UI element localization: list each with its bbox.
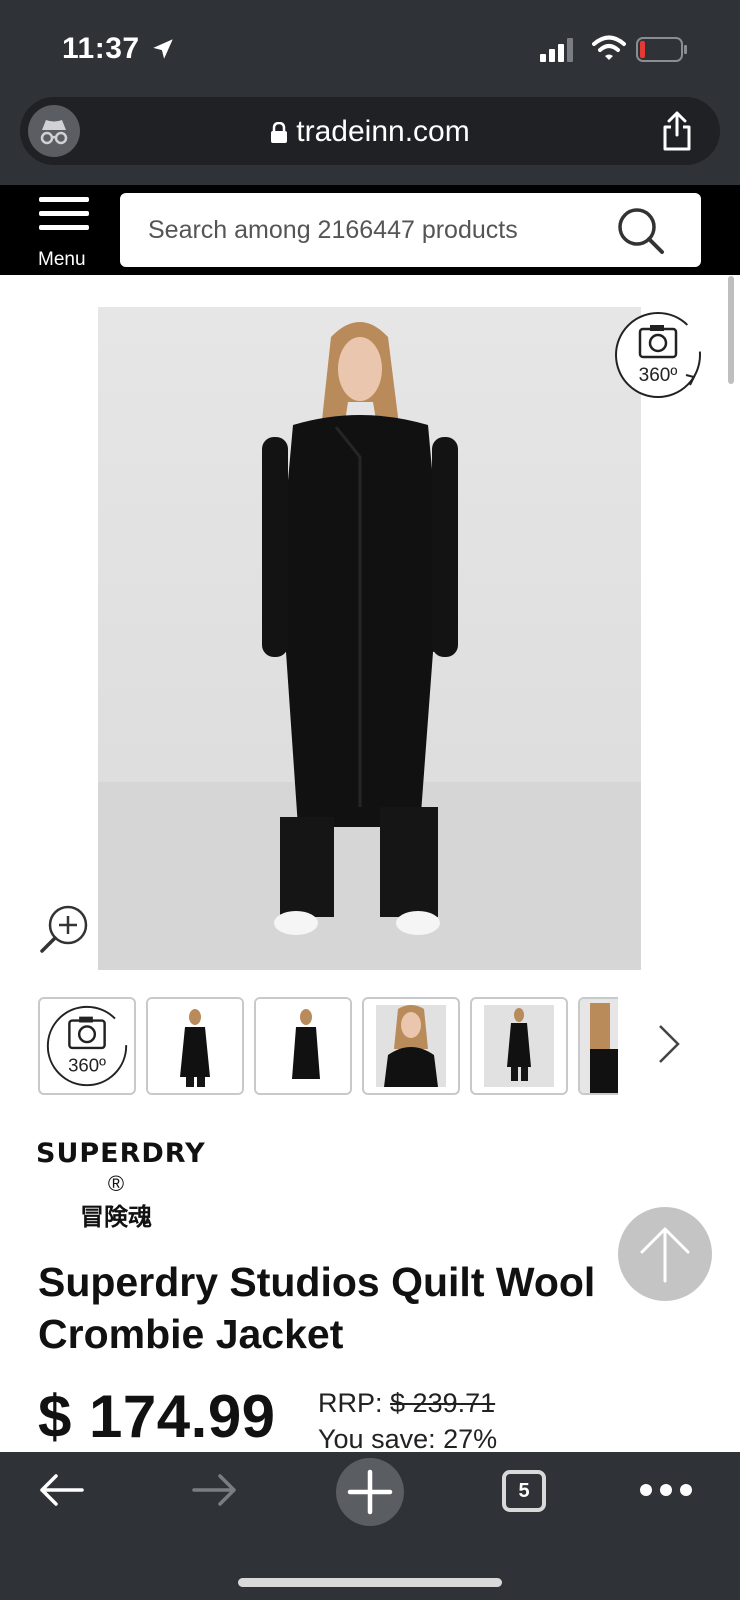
- thumbnail-image: [580, 999, 618, 1093]
- site-header: Menu Search among 2166447 products: [0, 185, 740, 275]
- chevron-right-icon[interactable]: [654, 1020, 684, 1068]
- share-icon[interactable]: [660, 111, 694, 151]
- thumbnail-image: [484, 1005, 554, 1087]
- back-arrow-icon[interactable]: [38, 1472, 84, 1508]
- product-price: $ 174.99: [38, 1383, 276, 1450]
- view-360-label: 360º: [639, 365, 678, 386]
- thumbnail-closeup[interactable]: [578, 997, 618, 1095]
- thumbnail-full[interactable]: [470, 997, 568, 1095]
- address-bar[interactable]: tradeinn.com: [20, 97, 720, 165]
- tab-switcher-button[interactable]: 5: [502, 1470, 546, 1512]
- brand-tagline: 冒険魂: [80, 1204, 152, 1231]
- hamburger-icon: [30, 197, 100, 230]
- url-text: tradeinn.com: [296, 115, 470, 148]
- rrp-label: RRP:: [318, 1388, 383, 1418]
- lock-icon: [271, 122, 288, 144]
- menu-label: Menu: [38, 249, 86, 270]
- new-tab-button[interactable]: [336, 1458, 404, 1526]
- page-scrollbar[interactable]: [728, 276, 734, 384]
- product-main-image[interactable]: [98, 307, 641, 970]
- menu-button[interactable]: Menu: [30, 197, 100, 270]
- url-display[interactable]: tradeinn.com: [20, 115, 720, 149]
- thumbnail-detail[interactable]: [362, 997, 460, 1095]
- browser-address-area: tradeinn.com: [0, 95, 740, 185]
- rrp-line: RRP: $ 239.71: [318, 1388, 495, 1419]
- browser-toolbar: 5: [0, 1452, 740, 1600]
- thumbnail-front[interactable]: [146, 997, 244, 1095]
- brand-registered-mark: ®: [107, 1171, 125, 1196]
- thumbnail-image: [148, 999, 242, 1093]
- brand-logo[interactable]: SUPERDRY ® 冒険魂: [36, 1138, 206, 1232]
- search-bar[interactable]: Search among 2166447 products: [120, 193, 701, 267]
- wifi-icon: [592, 35, 626, 60]
- thumbnail-image: [256, 999, 350, 1093]
- scroll-to-top-button[interactable]: [618, 1207, 712, 1301]
- view-360-icon: 360º: [46, 1005, 128, 1087]
- brand-name: SUPERDRY: [36, 1138, 206, 1169]
- search-input[interactable]: Search among 2166447 products: [148, 216, 518, 245]
- status-time: 11:37: [62, 32, 140, 65]
- home-indicator[interactable]: [238, 1578, 502, 1587]
- view-360-button[interactable]: 360º: [610, 307, 706, 403]
- thumbnail-image: [376, 1005, 446, 1087]
- forward-arrow-icon[interactable]: [192, 1472, 238, 1508]
- zoom-in-icon[interactable]: [38, 903, 90, 955]
- rrp-value: $ 239.71: [390, 1388, 496, 1418]
- battery-icon: [636, 37, 687, 62]
- thumbnail-360[interactable]: 360º: [38, 997, 136, 1095]
- cellular-signal-icon: [540, 38, 573, 62]
- thumbnail-back[interactable]: [254, 997, 352, 1095]
- thumbnail-360-label: 360º: [68, 1054, 106, 1075]
- arrow-up-icon: [640, 1227, 690, 1283]
- status-bar: 11:37: [0, 0, 740, 95]
- plus-icon: [347, 1469, 393, 1515]
- more-options-icon[interactable]: [638, 1482, 694, 1498]
- product-title: Superdry Studios Quilt Wool Crombie Jack…: [38, 1259, 596, 1357]
- location-arrow-icon: [153, 39, 173, 59]
- model-photo: [98, 322, 641, 970]
- thumbnail-strip: 360º: [38, 997, 618, 1097]
- search-icon[interactable]: [615, 205, 667, 257]
- savings-text: You save: 27%: [318, 1424, 498, 1452]
